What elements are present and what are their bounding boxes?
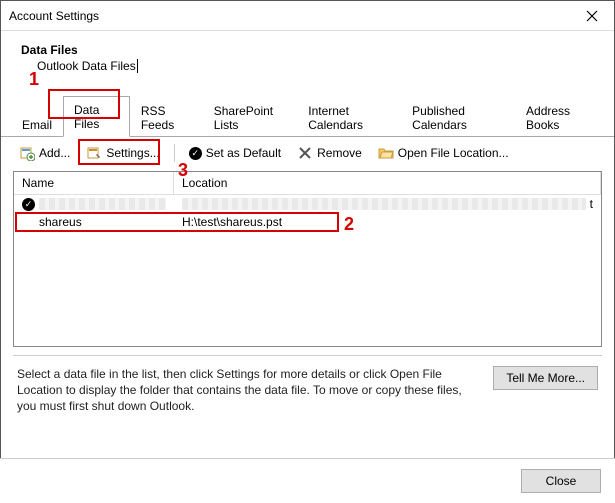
tab-data-files[interactable]: Data Files xyxy=(63,96,130,137)
close-icon[interactable] xyxy=(569,1,614,31)
tab-rss-feeds[interactable]: RSS Feeds xyxy=(130,97,203,137)
add-button[interactable]: Add... xyxy=(13,143,76,163)
title-bar: Account Settings xyxy=(1,1,614,31)
window-title: Account Settings xyxy=(9,9,569,23)
toolbar-divider xyxy=(174,144,175,162)
remove-label: Remove xyxy=(317,146,362,160)
tab-address-books[interactable]: Address Books xyxy=(515,97,604,137)
info-text: Select a data file in the list, then cli… xyxy=(17,366,481,415)
header-subtitle: Outlook Data Files xyxy=(21,57,600,73)
remove-button[interactable]: Remove xyxy=(291,143,368,163)
redacted-text xyxy=(182,198,586,210)
tab-sharepoint-lists[interactable]: SharePoint Lists xyxy=(203,97,298,137)
settings-button[interactable]: Settings... xyxy=(80,143,165,163)
header-title: Data Files xyxy=(21,43,600,57)
set-default-button[interactable]: ✓ Set as Default xyxy=(183,144,287,162)
header-subtitle-text: Outlook Data Files xyxy=(37,59,136,73)
list-header: Name Location xyxy=(14,172,601,195)
remove-icon xyxy=(297,145,313,161)
list-row[interactable]: shareus H:\test\shareus.pst xyxy=(14,213,601,231)
tab-label: Internet Calendars xyxy=(308,104,363,132)
open-file-location-button[interactable]: Open File Location... xyxy=(372,143,515,163)
text-cursor xyxy=(137,59,138,73)
tab-label: SharePoint Lists xyxy=(214,104,273,132)
list-row[interactable]: ✓ t xyxy=(14,195,601,213)
tab-label: Published Calendars xyxy=(412,104,467,132)
settings-icon xyxy=(86,145,102,161)
tab-label: Address Books xyxy=(526,104,570,132)
check-icon: ✓ xyxy=(189,147,202,160)
add-icon xyxy=(19,145,35,161)
tab-label: RSS Feeds xyxy=(141,104,174,132)
default-indicator-icon: ✓ xyxy=(22,198,35,211)
column-name[interactable]: Name xyxy=(14,172,174,194)
tab-email[interactable]: Email xyxy=(11,111,63,137)
redacted-text xyxy=(39,198,166,210)
info-area: Select a data file in the list, then cli… xyxy=(13,355,602,415)
set-default-label: Set as Default xyxy=(206,146,281,160)
column-location[interactable]: Location xyxy=(174,172,601,194)
tab-label: Email xyxy=(22,118,52,132)
settings-label: Settings... xyxy=(106,146,159,160)
tab-strip: Email Data Files RSS Feeds SharePoint Li… xyxy=(1,95,614,137)
open-location-label: Open File Location... xyxy=(398,146,509,160)
toolbar: Add... Settings... ✓ Set as Default Remo… xyxy=(1,137,614,169)
row-name: shareus xyxy=(39,215,82,229)
folder-open-icon xyxy=(378,145,394,161)
tab-internet-calendars[interactable]: Internet Calendars xyxy=(297,97,401,137)
tab-label: Data Files xyxy=(74,103,99,131)
header: Data Files Outlook Data Files 1 xyxy=(1,31,614,81)
row-location: H:\test\shareus.pst xyxy=(174,215,601,229)
tab-published-calendars[interactable]: Published Calendars xyxy=(401,97,515,137)
add-label: Add... xyxy=(39,146,70,160)
data-file-list[interactable]: Name Location ✓ t shareus H:\test\shareu… xyxy=(13,171,602,347)
dialog-footer: Close xyxy=(0,458,615,503)
tell-me-more-button[interactable]: Tell Me More... xyxy=(493,366,598,390)
close-button[interactable]: Close xyxy=(521,469,601,493)
